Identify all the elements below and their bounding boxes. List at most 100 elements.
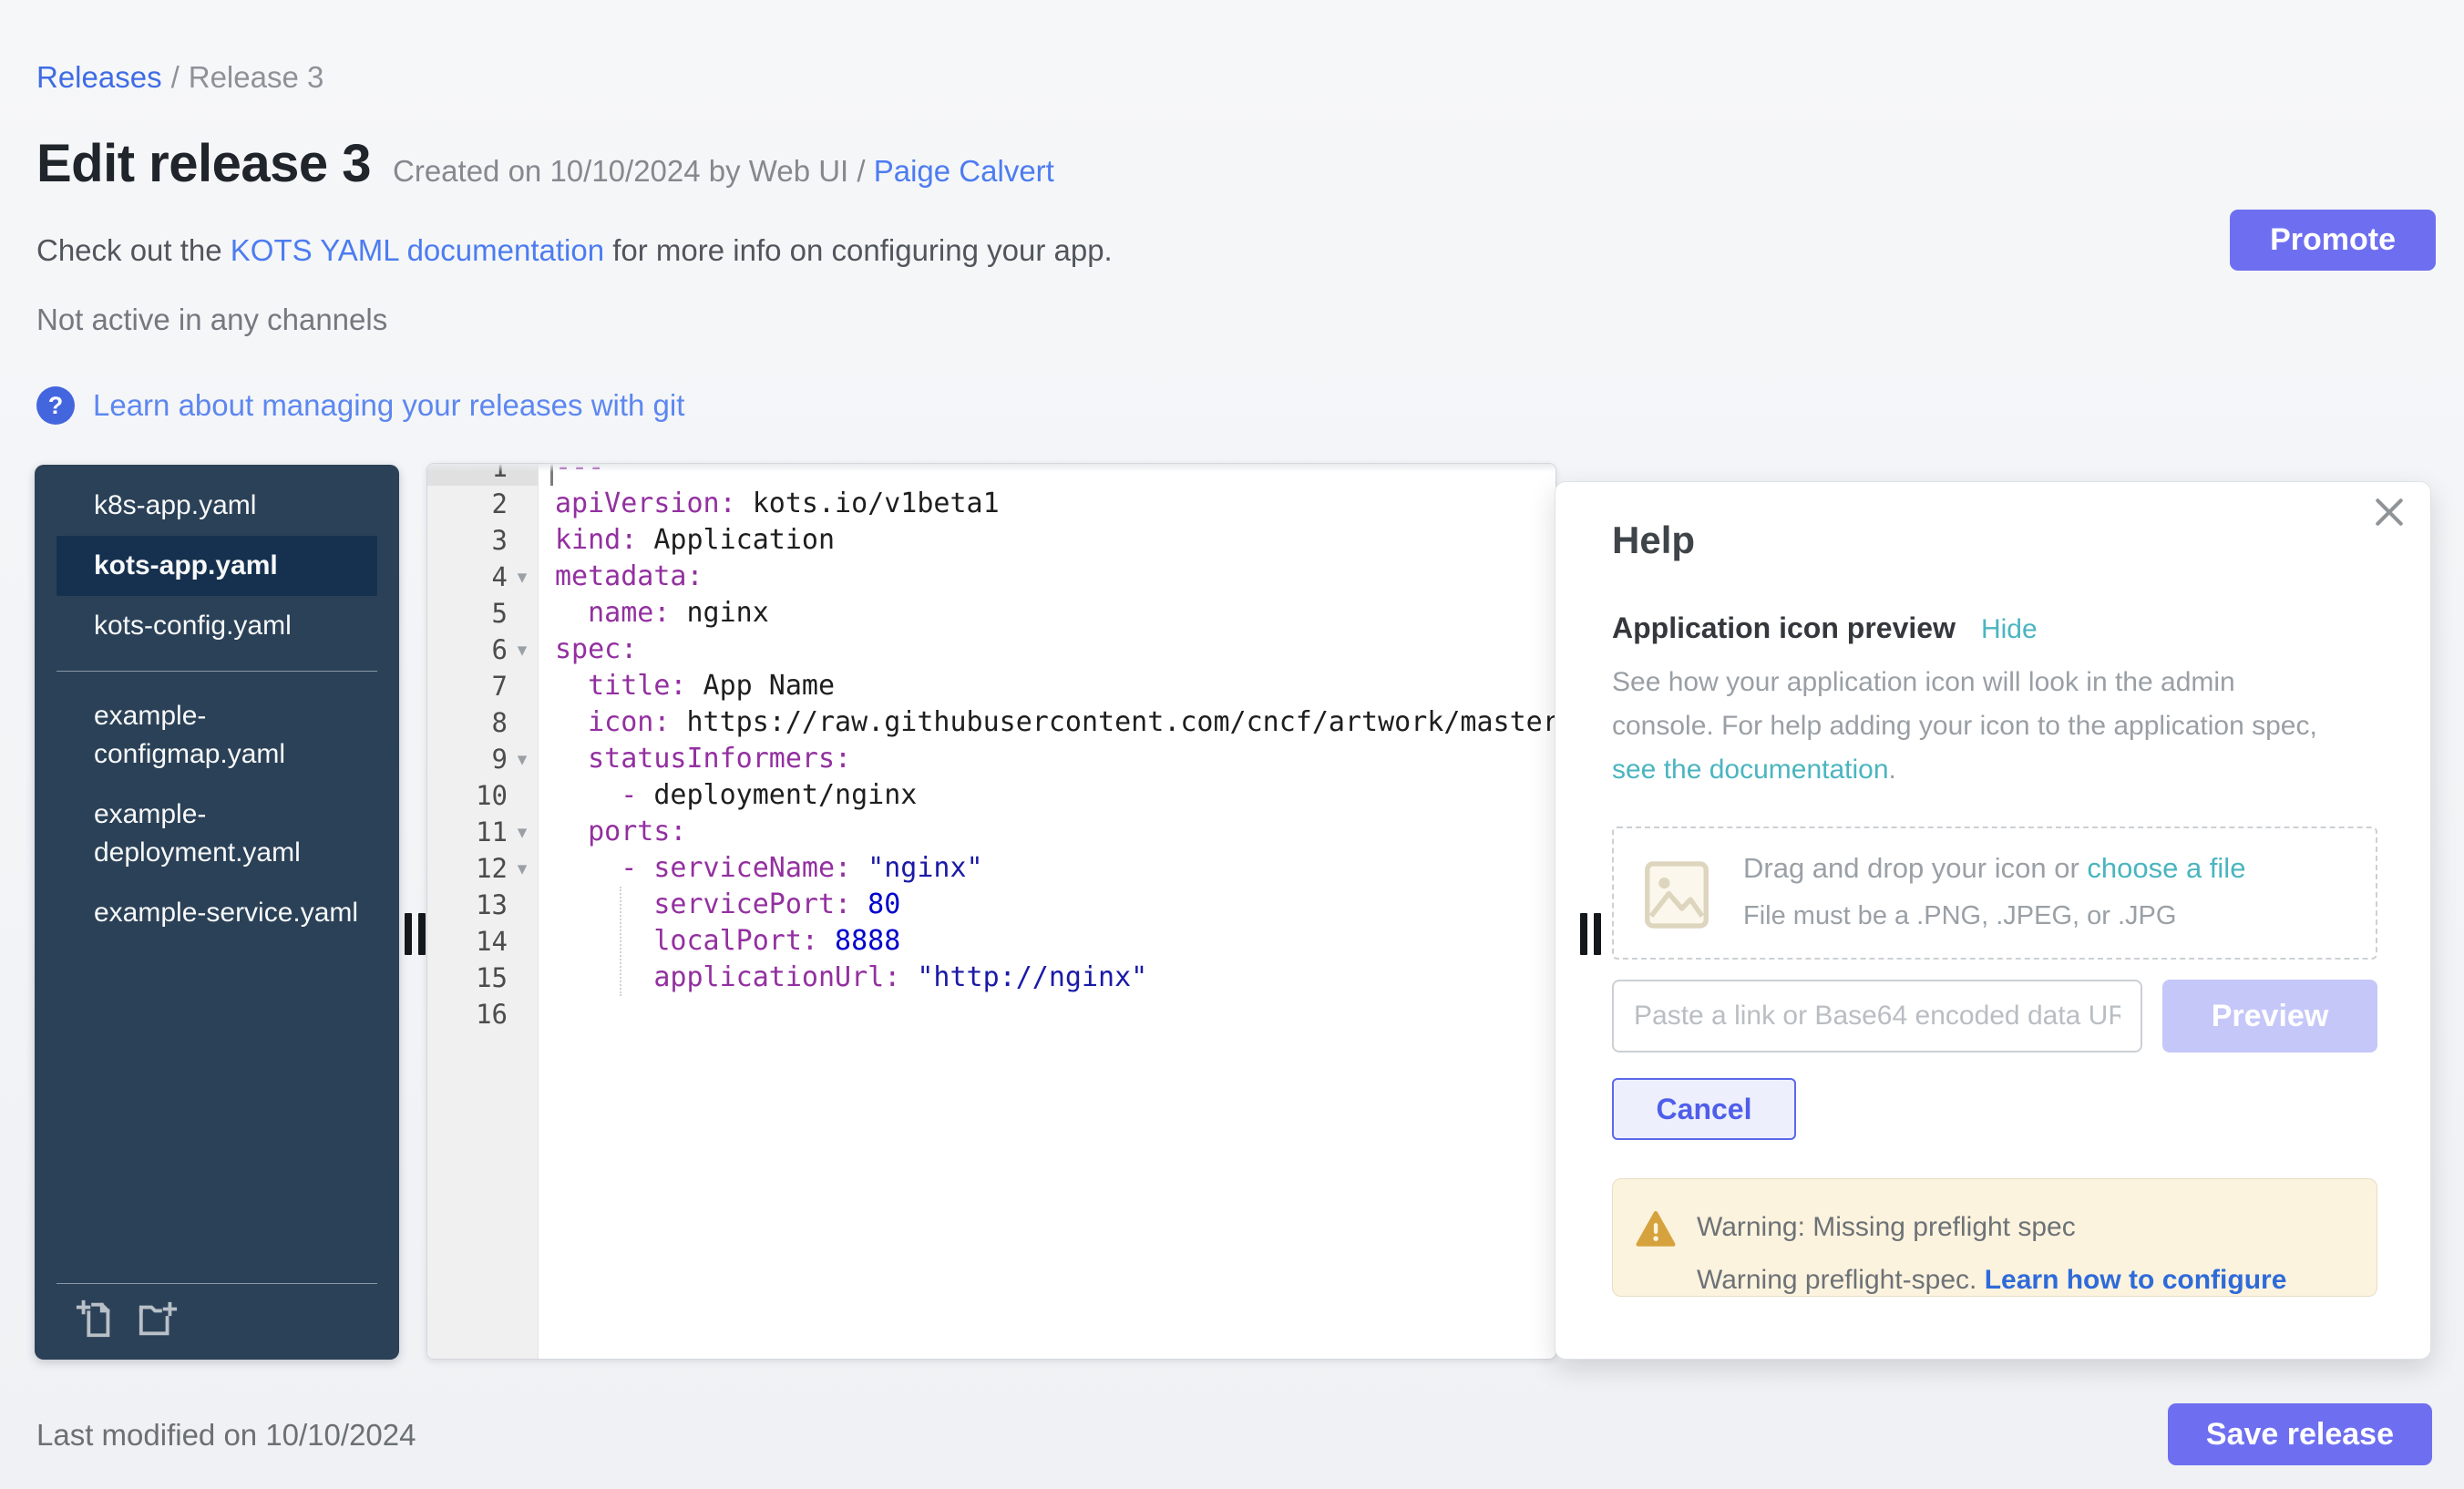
learn-how-to-configure-link[interactable]: Learn how to configure (1985, 1265, 2287, 1295)
section-title: Application icon preview (1612, 611, 1956, 645)
description-period: . (1889, 755, 1896, 785)
fold-toggle-icon[interactable]: ▾ (508, 566, 537, 589)
git-releases-link[interactable]: Learn about managing your releases with … (93, 388, 684, 423)
close-icon (2372, 495, 2407, 529)
gutter-row: 10 (427, 777, 538, 814)
fold-toggle-icon[interactable]: ▾ (508, 857, 537, 880)
file-item-kots-app.yaml[interactable]: kots-app.yaml (56, 536, 377, 596)
title-row: Edit release 3 Created on 10/10/2024 by … (36, 133, 1054, 194)
choose-a-file-link[interactable]: choose a file (2087, 852, 2245, 884)
close-button[interactable] (2372, 495, 2407, 529)
file-item-k8s-app.yaml[interactable]: k8s-app.yaml (56, 476, 377, 536)
code-line[interactable]: statusInformers: (539, 741, 1555, 777)
line-number: 4 (427, 561, 508, 592)
kots-yaml-docs-link[interactable]: KOTS YAML documentation (231, 233, 604, 267)
line-number: 1 (427, 464, 508, 483)
icon-dropzone[interactable]: Drag and drop your icon or choose a file… (1612, 827, 2377, 960)
panel-resize-handle-right[interactable] (1580, 913, 1601, 955)
fold-toggle-icon[interactable]: ▾ (508, 821, 537, 844)
add-file-button[interactable] (75, 1299, 117, 1340)
line-number: 2 (427, 488, 508, 519)
code-line[interactable]: ports: (539, 814, 1555, 850)
gutter-row: 11▾ (427, 814, 538, 850)
fold-toggle-icon[interactable]: ▾ (508, 748, 537, 771)
code-line[interactable]: title: App Name (539, 668, 1555, 704)
icon-url-row: Preview (1612, 980, 2377, 1053)
line-number: 6 (427, 634, 508, 665)
file-item-example-service.yaml[interactable]: example-service.yaml (56, 883, 377, 943)
code-line[interactable]: --- (539, 464, 1555, 486)
line-number: 11 (427, 816, 508, 847)
add-folder-icon (137, 1299, 179, 1340)
warning-detail: Warning preflight-spec. Learn how to con… (1697, 1265, 2286, 1296)
author-link[interactable]: Paige Calvert (874, 154, 1054, 188)
file-item-example-configmap.yaml[interactable]: example-configmap.yaml (56, 686, 377, 785)
line-number: 7 (427, 671, 508, 702)
file-group-divider (56, 671, 377, 672)
warning-triangle-icon (1635, 1208, 1677, 1250)
line-number: 12 (427, 853, 508, 884)
code-line[interactable]: applicationUrl: "http://nginx" (539, 960, 1555, 996)
promote-button[interactable]: Promote (2230, 210, 2436, 271)
edit-release-page: Releases/Release 3 Edit release 3 Create… (0, 0, 2464, 1489)
sidebar-actions (56, 1283, 377, 1360)
help-panel-title: Help (1612, 519, 1695, 562)
git-help-row: ? Learn about managing your releases wit… (36, 386, 684, 425)
save-release-button[interactable]: Save release (2168, 1403, 2432, 1465)
yaml-editor[interactable]: 1234▾56▾789▾1011▾12▾13141516 ---apiVersi… (426, 463, 1556, 1360)
text-cursor (550, 464, 553, 486)
gutter-row: 5 (427, 595, 538, 632)
gutter-row: 4▾ (427, 559, 538, 595)
preview-button[interactable]: Preview (2162, 980, 2377, 1053)
channel-status-text: Not active in any channels (36, 303, 387, 337)
code-line[interactable]: name: nginx (539, 595, 1555, 632)
code-line[interactable]: servicePort: 80 (539, 887, 1555, 923)
code-line[interactable] (539, 996, 1555, 1032)
gutter-row: 2 (427, 486, 538, 522)
code-line[interactable]: kind: Application (539, 522, 1555, 559)
preflight-warning-banner: Warning: Missing preflight spec Warning … (1612, 1178, 2377, 1297)
dropzone-hint: File must be a .PNG, .JPEG, or .JPG (1743, 901, 2176, 931)
gutter-row: 12▾ (427, 850, 538, 887)
code-line[interactable]: - deployment/nginx (539, 777, 1555, 814)
dropzone-text-plain: Drag and drop your icon or (1743, 852, 2087, 884)
breadcrumb-current: Release 3 (189, 60, 324, 94)
code-line[interactable]: apiVersion: kots.io/v1beta1 (539, 486, 1555, 522)
help-panel: Help Application icon preview Hide See h… (1555, 481, 2431, 1360)
panel-resize-handle-left[interactable] (405, 913, 426, 955)
page-title: Edit release 3 (36, 133, 371, 194)
file-item-example-deployment.yaml[interactable]: example-deployment.yaml (56, 785, 377, 883)
code-line[interactable]: - serviceName: "nginx" (539, 850, 1555, 887)
question-circle-icon: ? (36, 386, 75, 425)
fold-toggle-icon[interactable]: ▾ (508, 639, 537, 662)
warning-detail-text: Warning preflight-spec. (1697, 1265, 1985, 1295)
see-documentation-link[interactable]: see the documentation (1612, 755, 1889, 785)
editor-gutter: 1234▾56▾789▾1011▾12▾13141516 (427, 464, 539, 1359)
description-text: See how your application icon will look … (1612, 667, 2317, 741)
file-list: k8s-app.yamlkots-app.yamlkots-config.yam… (35, 465, 399, 943)
code-line[interactable]: metadata: (539, 559, 1555, 595)
gutter-row: 14 (427, 923, 538, 960)
icon-preview-description: See how your application icon will look … (1612, 661, 2341, 792)
gutter-row: 16 (427, 996, 538, 1032)
image-placeholder-icon (1638, 856, 1716, 934)
code-line[interactable]: icon: https://raw.githubusercontent.com/… (539, 704, 1555, 741)
icon-url-input[interactable] (1612, 980, 2142, 1053)
code-line[interactable]: spec: (539, 632, 1555, 668)
intro-text: Check out the KOTS YAML documentation fo… (36, 233, 1113, 268)
indent-guide-line (620, 887, 621, 996)
line-number: 10 (427, 780, 508, 811)
gutter-row: 9▾ (427, 741, 538, 777)
file-item-kots-config.yaml[interactable]: kots-config.yaml (56, 596, 377, 656)
file-sidebar: k8s-app.yamlkots-app.yamlkots-config.yam… (35, 465, 399, 1360)
code-line[interactable]: localPort: 8888 (539, 923, 1555, 960)
editor-code-area[interactable]: ---apiVersion: kots.io/v1beta1kind: Appl… (539, 464, 1555, 1359)
line-number: 16 (427, 999, 508, 1030)
breadcrumb-releases-link[interactable]: Releases (36, 60, 162, 94)
last-modified-text: Last modified on 10/10/2024 (36, 1418, 416, 1453)
intro-before: Check out the (36, 233, 231, 267)
add-folder-button[interactable] (137, 1299, 179, 1340)
icon-preview-section-header: Application icon preview Hide (1612, 611, 2038, 645)
hide-link[interactable]: Hide (1981, 614, 2038, 645)
cancel-button[interactable]: Cancel (1612, 1078, 1796, 1140)
